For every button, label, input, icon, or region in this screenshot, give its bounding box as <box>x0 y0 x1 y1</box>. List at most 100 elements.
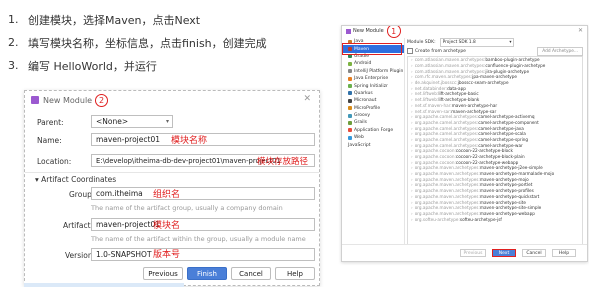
list-item[interactable]: › org.softeu-archetype: softeu-archetype-j… <box>408 216 582 222</box>
sidebar-item-quarkus[interactable]: Quarkus <box>342 90 404 97</box>
name-annotation: 模块名称 <box>171 136 208 146</box>
artifact-coordinates-toggle[interactable]: ▾ Artifact Coordinates <box>35 175 116 184</box>
wizard-main: Module SDK: Project SDK 1.8 ▾ Create from… <box>407 38 583 245</box>
location-label: Location: <box>37 157 72 166</box>
version-input[interactable]: 1.0-SNAPSHOT <box>91 248 315 261</box>
chevron-right-icon: › <box>411 74 413 80</box>
new-module-dialog-form: New Module 2 ✕ Parent: <None> ▾ Name: ma… <box>24 90 320 286</box>
step-badge: 2 <box>95 93 109 107</box>
generator-icon <box>348 69 352 74</box>
sidebar-item-intellij-platform-plugin[interactable]: IntelliJ Platform Plugin <box>342 68 404 75</box>
groupid-input[interactable]: com.itheima <box>91 187 315 200</box>
chevron-right-icon: › <box>411 131 413 137</box>
chevron-right-icon: › <box>411 188 413 194</box>
chevron-right-icon: › <box>411 199 413 205</box>
generator-icon <box>348 106 352 111</box>
sidebar-item-java-enterprise[interactable]: Java Enterprise <box>342 75 404 82</box>
generator-icon <box>348 113 352 118</box>
dialog-titlebar: New Module 2 <box>25 91 319 109</box>
decorative-band <box>24 283 184 287</box>
chevron-right-icon: › <box>411 63 413 69</box>
step-3: 3. 编写 HelloWorld，并运行 <box>8 59 157 73</box>
chevron-right-icon: › <box>411 171 413 177</box>
chevron-down-icon: ▾ <box>165 118 169 125</box>
artifactid-annotation: 模块名 <box>153 221 181 231</box>
chevron-right-icon: › <box>411 182 413 188</box>
parent-label: Parent: <box>37 118 64 127</box>
sidebar-item-javascript[interactable]: JavaScript <box>342 141 404 148</box>
step-badge: 1 <box>386 26 401 38</box>
chevron-right-icon: › <box>411 114 413 120</box>
chevron-right-icon: › <box>411 97 413 103</box>
step-1: 1. 创建模块，选择Maven，点击Next <box>8 13 201 27</box>
maven-highlight-box <box>342 43 402 55</box>
wizard-footer: Previous Next Cancel Help <box>342 244 587 261</box>
chevron-right-icon: › <box>411 68 413 74</box>
previous-button[interactable]: Previous <box>143 267 183 280</box>
sidebar-item-grails[interactable]: Grails <box>342 119 404 126</box>
dialog-title: New Module <box>43 95 93 105</box>
sdk-select[interactable]: Project SDK 1.8 ▾ <box>439 38 514 47</box>
instruction-steps: 1. 创建模块，选择Maven，点击Next 2. 填写模块名称，坐标信息，点击fi… <box>8 8 267 77</box>
location-annotation: 模块存放路径 <box>257 157 309 167</box>
intellij-app-icon <box>346 28 351 34</box>
chevron-right-icon: › <box>411 57 413 63</box>
sidebar-item-application-forge[interactable]: Application Forge <box>342 127 404 134</box>
generator-icon <box>348 84 352 89</box>
artifactid-hint: The name of the artifact within the grou… <box>91 235 306 243</box>
generator-icon <box>348 76 352 81</box>
chevron-down-icon: ▾ <box>509 40 512 45</box>
chevron-right-icon: › <box>411 125 413 131</box>
cancel-button[interactable]: Cancel <box>231 267 271 280</box>
next-button[interactable]: Next <box>492 249 516 257</box>
chevron-right-icon: › <box>411 91 413 97</box>
generator-icon <box>348 54 352 59</box>
sidebar-item-android[interactable]: Android <box>342 60 404 67</box>
chevron-right-icon: › <box>411 205 413 211</box>
add-archetype-button[interactable]: Add Archetype... <box>537 47 583 56</box>
sidebar-item-micronaut[interactable]: Micronaut <box>342 97 404 104</box>
sidebar-item-web[interactable]: Web <box>342 134 404 141</box>
chevron-right-icon: › <box>411 210 413 216</box>
close-icon[interactable]: ✕ <box>303 94 311 104</box>
generator-icon <box>348 61 352 66</box>
chevron-right-icon: › <box>411 80 413 86</box>
finish-button[interactable]: Finish <box>187 267 227 280</box>
help-button[interactable]: Help <box>552 249 576 257</box>
new-module-dialog-wizard: New Module 1 ✕ Java Maven Gradle Android Int… <box>341 25 588 262</box>
intellij-app-icon <box>31 96 39 104</box>
sdk-label: Module SDK: <box>407 40 436 45</box>
help-button[interactable]: Help <box>275 267 315 280</box>
chevron-right-icon: › <box>411 154 413 160</box>
close-icon[interactable]: ✕ <box>578 27 583 34</box>
artifactid-input[interactable]: maven-project01 <box>91 218 315 231</box>
generator-sidebar: Java Maven Gradle Android IntelliJ Platform … <box>342 38 405 245</box>
archetype-list[interactable]: › com.atlassian.maven.archetypes: bamboo-p… <box>407 56 583 245</box>
sidebar-item-microprofile[interactable]: MicroProfile <box>342 105 404 112</box>
generator-icon <box>348 91 352 96</box>
chevron-right-icon: › <box>411 176 413 182</box>
generator-icon <box>348 128 352 133</box>
chevron-right-icon: › <box>411 142 413 148</box>
previous-button[interactable]: Previous <box>460 249 486 257</box>
cancel-button[interactable]: Cancel <box>522 249 546 257</box>
dialog-title: New Module <box>353 28 384 34</box>
chevron-right-icon: › <box>411 216 413 222</box>
dialog-titlebar: New Module 1 <box>342 26 587 38</box>
checkbox-icon[interactable] <box>407 48 413 54</box>
chevron-right-icon: › <box>411 108 413 114</box>
version-annotation: 版本号 <box>153 250 181 260</box>
chevron-right-icon: › <box>411 165 413 171</box>
chevron-right-icon: › <box>411 119 413 125</box>
name-label: Name: <box>37 136 62 145</box>
groupid-annotation: 组织名 <box>153 190 181 200</box>
generator-icon <box>348 120 352 125</box>
divider <box>25 172 319 173</box>
parent-select[interactable]: <None> ▾ <box>91 115 173 128</box>
sdk-row: Module SDK: Project SDK 1.8 ▾ <box>407 38 583 47</box>
chevron-right-icon: › <box>411 136 413 142</box>
generator-icon <box>348 135 352 140</box>
sidebar-item-groovy[interactable]: Groovy <box>342 112 404 119</box>
chevron-right-icon: › <box>411 159 413 165</box>
sidebar-item-spring-initializr[interactable]: Spring Initializr <box>342 82 404 89</box>
